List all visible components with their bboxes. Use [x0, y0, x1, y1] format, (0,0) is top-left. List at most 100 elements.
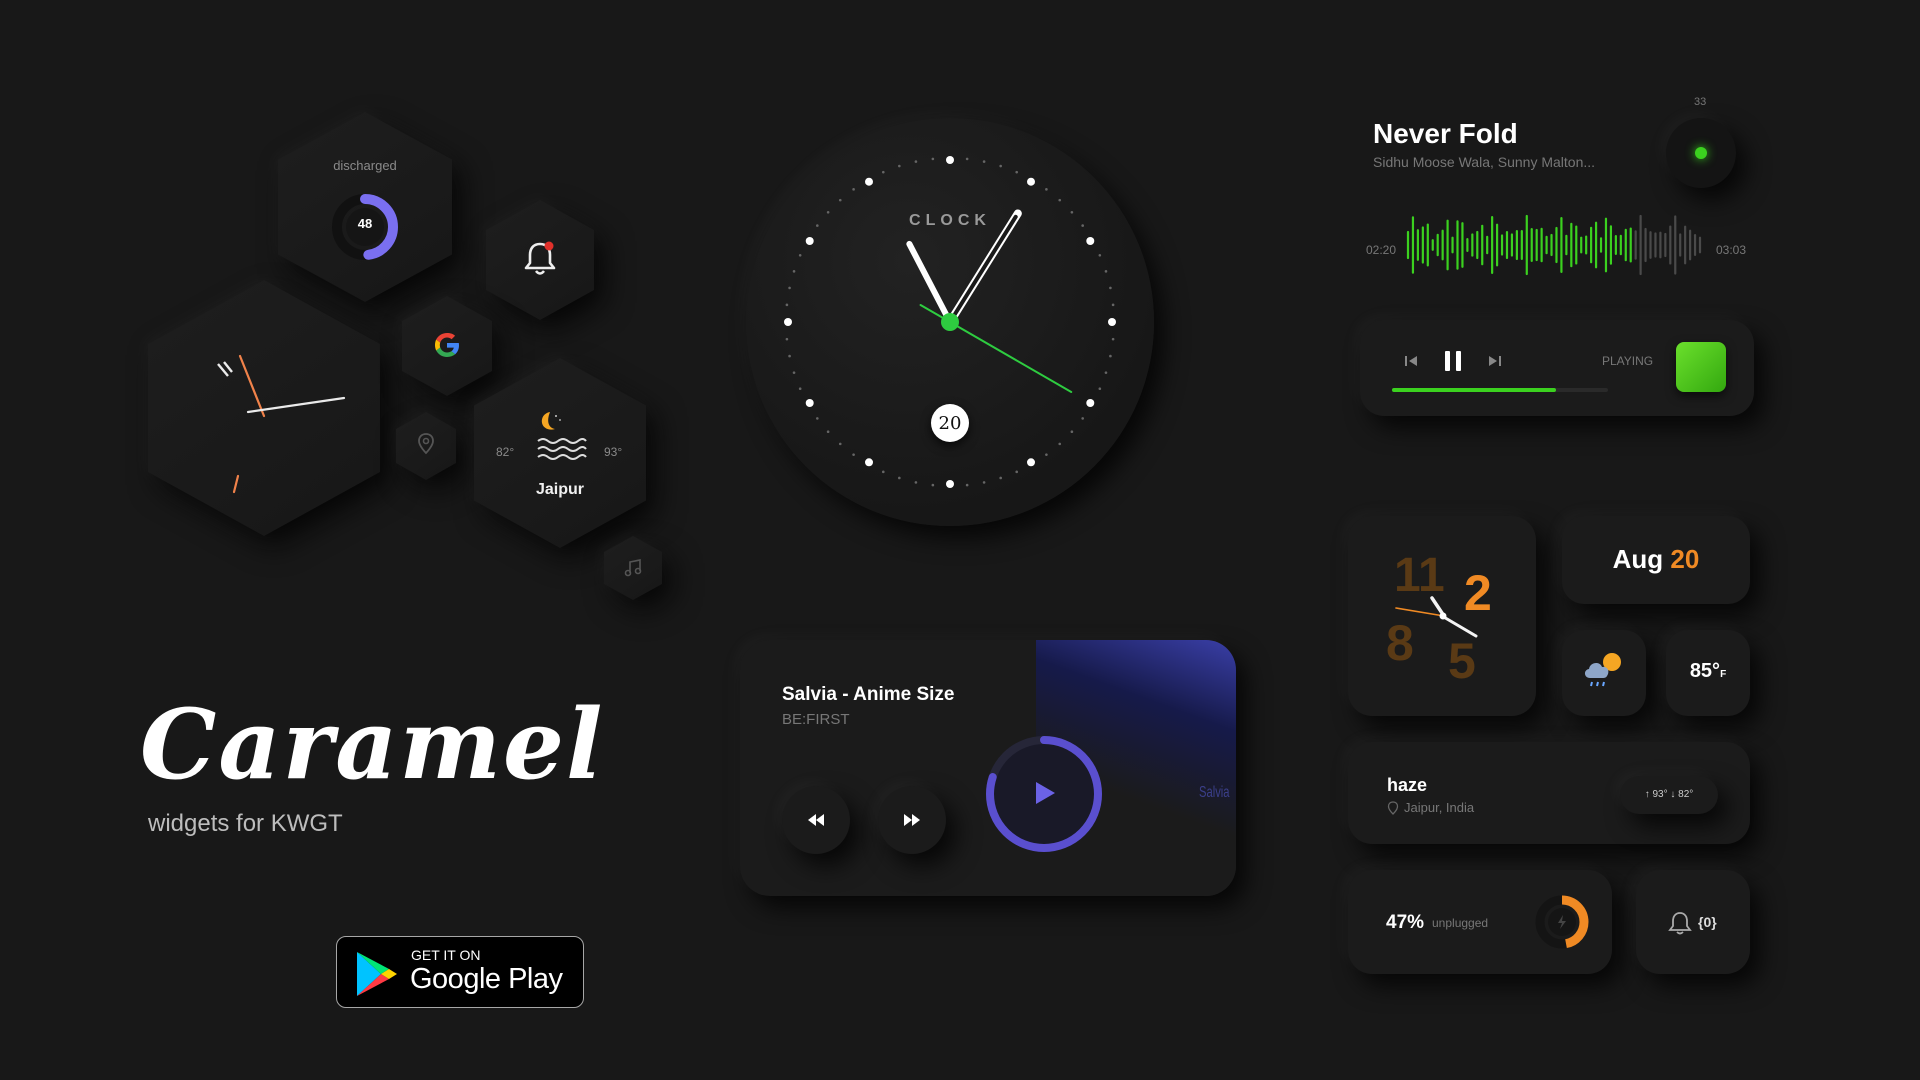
clock-minute-hand-inner [948, 214, 1018, 324]
bell-outline-icon [1668, 912, 1692, 935]
clock-minute-marker [881, 170, 885, 174]
weather-city: Jaipur [535, 481, 584, 498]
track-progress-fill [1392, 388, 1557, 392]
clock-minute-marker [1015, 170, 1019, 174]
battery-ring-widget [1535, 895, 1589, 949]
clock-label: CLOCK [909, 212, 991, 229]
record-knob-led [1695, 147, 1707, 159]
clock-minute-marker [914, 160, 918, 163]
clock-minute-marker [798, 253, 802, 257]
clock-minute-marker [931, 157, 935, 161]
clock-minute-marker [798, 387, 802, 391]
clock-minute-marker [785, 337, 789, 341]
listener-count: 33 [1694, 96, 1707, 108]
next-icon[interactable] [1486, 352, 1504, 370]
notification-count-widget[interactable] [1636, 870, 1750, 974]
battery-hex-caption: discharged [333, 158, 397, 173]
clock-minute-marker [1104, 371, 1108, 374]
battery-percent: 47% [1386, 912, 1425, 933]
temperature-value: 85°F [1666, 660, 1750, 683]
haze-range-pill: ↑ 93° ↓ 82° [1620, 776, 1718, 814]
play-store-icon [357, 952, 397, 996]
audio-waveform[interactable] [1404, 210, 1704, 280]
clock-minute-marker [1104, 270, 1108, 273]
clock-minute-marker [965, 483, 969, 487]
clock-minute-marker [1109, 354, 1112, 358]
clock-minute-marker [1015, 470, 1019, 474]
clock-minute-marker [999, 164, 1002, 168]
google-play-line2: Google Play [410, 963, 563, 995]
analog-clock-hands [217, 354, 346, 494]
play-icon [1036, 782, 1055, 804]
clock-minute-marker [792, 371, 796, 374]
clock-hour-marker [1086, 237, 1095, 245]
track-progress-bar[interactable] [1392, 388, 1608, 392]
clock-hour-marker [1027, 177, 1035, 186]
haze-low: ↓ 82° [1670, 789, 1694, 800]
clock-minute-marker [1058, 442, 1062, 446]
moon-icon [541, 412, 561, 430]
google-play-line1: GET IT ON [411, 947, 481, 963]
playing-status: PLAYING [1602, 354, 1654, 368]
clock-minute-marker [788, 354, 791, 358]
clock-face [784, 156, 1116, 488]
clock-minute-marker [838, 442, 842, 446]
location-small-icon [1387, 801, 1399, 815]
weather-high-temp: 93° [604, 445, 623, 459]
waves-icon [537, 438, 587, 460]
clock-minute-marker [1098, 253, 1102, 257]
clock-minute-marker [1058, 198, 1062, 202]
clock-minute-marker [982, 160, 986, 163]
clock-minute-marker [788, 286, 791, 290]
player-track-title: Salvia - Anime Size [782, 684, 955, 705]
clock-minute-marker [898, 164, 901, 168]
clock-hour-marker [805, 237, 814, 245]
numeric-clock-hands [1395, 596, 1478, 638]
clock-minute-marker [914, 481, 918, 484]
temperature-unit: F [1720, 669, 1727, 680]
clock-minute-marker [1081, 417, 1084, 420]
haze-location: Jaipur, India [1404, 800, 1475, 815]
clock-minute-marker [1098, 387, 1102, 391]
clock-hour-marker [1108, 318, 1116, 326]
date-month: Aug [1612, 544, 1664, 574]
track-artist: Sidhu Moose Wala, Sunny Malton... [1373, 154, 1596, 170]
clock-minute-marker [826, 430, 830, 434]
clock-minute-marker [1045, 188, 1048, 191]
pause-icon[interactable] [1440, 348, 1466, 374]
clock-minute-marker [1109, 286, 1112, 290]
clock-minute-marker [965, 157, 969, 161]
date-text: Aug 20 [1562, 544, 1750, 575]
clock-minute-marker [982, 481, 986, 484]
music-note-icon [624, 559, 642, 577]
clock-date: 20 [938, 413, 962, 434]
clock-minute-marker [852, 188, 855, 191]
clock-hour-marker [946, 480, 954, 488]
album-art-thumb[interactable] [1676, 342, 1726, 392]
prev-icon[interactable] [1402, 352, 1420, 370]
haze-high: ↑ 93° [1644, 789, 1668, 800]
weather-low-temp: 82° [496, 445, 515, 459]
clock-hour-marker [1086, 399, 1095, 407]
clock-minute-marker [785, 303, 789, 307]
battery-caption: unplugged [1432, 916, 1489, 930]
clock-hour-marker [1027, 458, 1035, 467]
google-icon [435, 333, 459, 357]
clock-hour-marker [946, 156, 954, 164]
clock-minute-marker [792, 270, 796, 273]
cloud-rain-icon [1584, 653, 1621, 687]
clock-minute-marker [852, 453, 855, 456]
temperature-number: 85° [1689, 660, 1721, 682]
clock-minute-marker [816, 417, 819, 420]
brand-subtitle: widgets for KWGT [148, 810, 343, 837]
date-day: 20 [1670, 544, 1700, 574]
fast-forward-icon [904, 814, 920, 826]
google-play-button[interactable]: GET IT ON Google Play [336, 936, 584, 1008]
clock-minute-marker [931, 483, 935, 487]
bell-icon [524, 241, 556, 275]
clock-center-pin [941, 313, 959, 331]
track-title: Never Fold [1373, 118, 1518, 149]
clock-minute-marker [1111, 337, 1115, 341]
location-pin-icon [418, 433, 434, 455]
clock-hour-marker [784, 318, 792, 326]
